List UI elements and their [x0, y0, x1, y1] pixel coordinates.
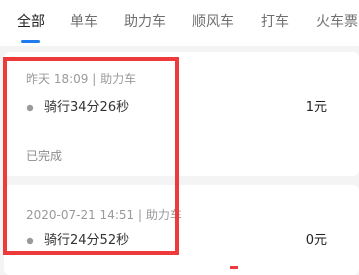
tab-train-ticket[interactable]: 火车票: [316, 12, 358, 32]
order-vehicle-type: 助力车: [145, 208, 182, 222]
order-amount: 1元: [305, 100, 327, 115]
ride-duration: 骑行34分26秒: [44, 100, 130, 115]
order-card[interactable]: 昨天 18:09 | 助力车 骑行34分26秒 1元 已完成: [4, 52, 359, 176]
meta-separator: |: [134, 208, 146, 222]
tab-carpool[interactable]: 顺风车: [192, 12, 234, 32]
tab-all[interactable]: 全部: [17, 12, 45, 32]
location-dot-icon: [26, 104, 34, 112]
tab-taxi[interactable]: 打车: [261, 12, 289, 32]
location-dot-icon: [26, 237, 34, 245]
active-tab-indicator: [21, 40, 40, 43]
order-card[interactable]: 2020-07-21 14:51 | 助力车 骑行24分52秒 0元: [4, 185, 359, 275]
tab-bike[interactable]: 单车: [70, 12, 98, 32]
order-vehicle-type: 助力车: [100, 72, 137, 86]
order-type-tab-bar: 全部 单车 助力车 顺风车 打车 火车票: [0, 0, 359, 46]
order-amount: 0元: [305, 233, 327, 248]
meta-separator: |: [88, 72, 101, 86]
order-datetime: 2020-07-21 14:51: [26, 208, 135, 222]
order-meta: 2020-07-21 14:51 | 助力车: [26, 207, 182, 223]
order-meta: 昨天 18:09 | 助力车: [26, 71, 136, 87]
tab-ebike[interactable]: 助力车: [124, 12, 166, 32]
order-status: 已完成: [26, 149, 63, 163]
order-datetime: 昨天 18:09: [26, 72, 89, 86]
ride-duration: 骑行24分52秒: [44, 233, 130, 248]
